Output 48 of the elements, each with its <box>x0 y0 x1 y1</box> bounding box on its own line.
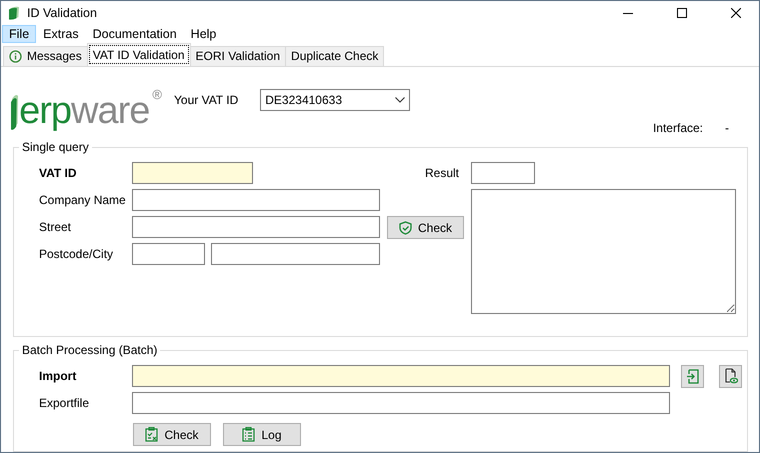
field-label: Your VAT ID <box>174 92 238 106</box>
log-button[interactable]: Log <box>223 423 301 446</box>
clipboard-check-icon <box>145 427 158 442</box>
tab[interactable]: EORI Validation <box>190 46 286 66</box>
menu-item[interactable]: Help <box>184 25 224 42</box>
result-text-area[interactable] <box>471 189 736 314</box>
logo-leaf-icon <box>11 92 18 130</box>
file-eye-icon <box>724 368 738 384</box>
file-import-icon <box>686 368 700 384</box>
chevron-down-icon <box>395 96 406 102</box>
menu-item[interactable]: File <box>2 25 36 42</box>
result-field[interactable] <box>471 162 535 184</box>
field-label: Import <box>39 369 78 383</box>
check-button[interactable]: Check <box>387 216 464 239</box>
menu-item[interactable]: Documentation <box>86 25 184 42</box>
tab[interactable]: Messages <box>3 46 88 66</box>
tab[interactable]: VAT ID Validation <box>86 42 191 66</box>
maximize-icon <box>677 8 687 18</box>
input-field[interactable] <box>132 189 380 211</box>
field-label: Result <box>424 166 459 180</box>
input-field[interactable] <box>132 243 205 265</box>
group-title: Single query <box>21 140 90 154</box>
input-field[interactable] <box>132 162 253 184</box>
window-title: ID Validation <box>27 6 97 20</box>
field-label: Exportfile <box>39 396 90 410</box>
clipboard-list-icon <box>242 427 256 442</box>
field-label: Company Name <box>39 193 126 207</box>
logo-wordmark: erpware$^{®}$ <box>19 86 161 130</box>
field-label: Postcode/City <box>39 247 114 261</box>
shield-check-icon <box>398 220 412 234</box>
close-icon <box>731 8 741 18</box>
vat-id-dropdown[interactable]: DE323410633 <box>260 88 410 110</box>
preview-button[interactable] <box>719 364 742 388</box>
tab[interactable]: Duplicate Check <box>285 46 384 66</box>
info-icon <box>9 50 22 62</box>
input-field[interactable] <box>132 392 670 414</box>
menu-item[interactable]: Extras <box>36 25 86 42</box>
field-label: VAT ID <box>39 166 78 180</box>
interface-value: - <box>725 120 729 134</box>
field-label: Street <box>39 220 72 234</box>
input-field[interactable] <box>211 243 380 265</box>
interface-label: Interface: <box>652 120 703 134</box>
import-button[interactable] <box>681 364 704 388</box>
input-field[interactable] <box>132 216 380 238</box>
app-icon <box>9 6 19 20</box>
input-field[interactable] <box>132 365 670 387</box>
group-title: Batch Processing (Batch) <box>21 343 158 357</box>
check-button[interactable]: Check <box>133 423 211 446</box>
